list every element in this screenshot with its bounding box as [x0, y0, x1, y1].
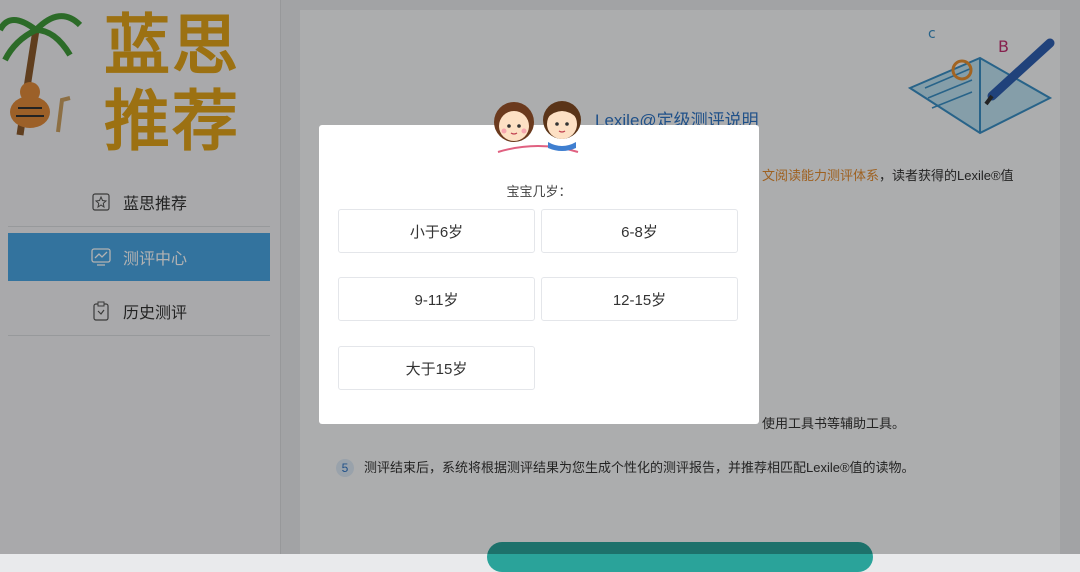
age-option-over-15[interactable]: 大于15岁	[338, 346, 535, 390]
age-option-12-15[interactable]: 12-15岁	[541, 277, 738, 321]
age-option-9-11[interactable]: 9-11岁	[338, 277, 535, 321]
kids-avatar-illustration	[494, 101, 581, 153]
age-option-under-6[interactable]: 小于6岁	[338, 209, 535, 253]
age-option-6-8[interactable]: 6-8岁	[541, 209, 738, 253]
age-select-modal: 宝宝几岁： 小于6岁 6-8岁 9-11岁 12-15岁 大于15岁	[319, 125, 759, 424]
age-question: 宝宝几岁：	[506, 184, 572, 199]
